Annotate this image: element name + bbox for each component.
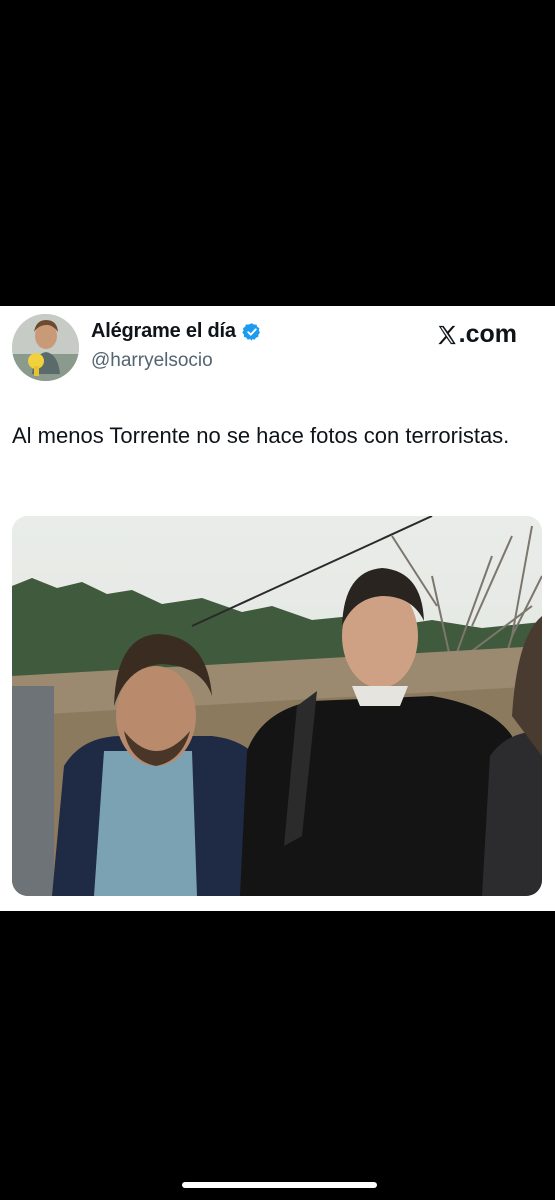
home-indicator[interactable] xyxy=(182,1182,377,1188)
avatar[interactable] xyxy=(12,314,79,381)
brand-label[interactable]: .com xyxy=(436,320,517,349)
x-logo-icon xyxy=(436,324,458,346)
author-name-row: Alégrame el día xyxy=(91,320,262,343)
tweet-photo[interactable] xyxy=(12,516,542,896)
user-handle[interactable]: @harryelsocio xyxy=(91,350,213,372)
verified-badge-icon xyxy=(242,322,262,342)
display-name[interactable]: Alégrame el día xyxy=(91,320,236,343)
brand-text: .com xyxy=(458,320,517,348)
tweet-card: Alégrame el día @harryelsocio .com Al me… xyxy=(0,306,555,911)
tweet-text: Al menos Torrente no se hace fotos con t… xyxy=(12,423,510,448)
